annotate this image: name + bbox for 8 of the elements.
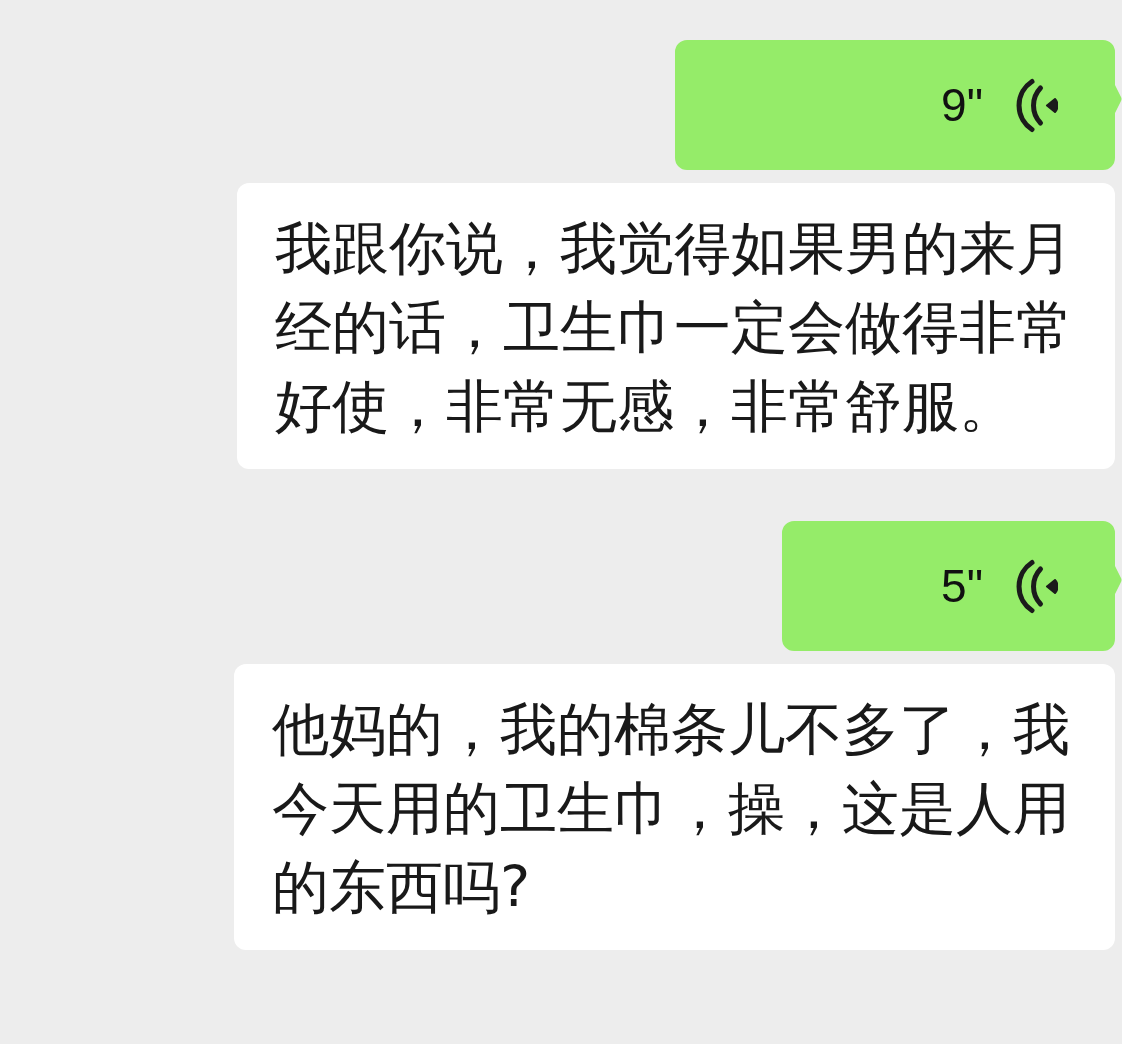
voice-duration: 5" [941, 563, 983, 609]
message-text: 我跟你说，我觉得如果男的来月经的话，卫生巾一定会做得非常好使，非常无感，非常舒服。 [275, 214, 1074, 441]
voice-wave-icon [1016, 558, 1058, 614]
voice-message-bubble[interactable]: 5" [782, 521, 1122, 651]
message-text: 他妈的，我的棉条儿不多了，我今天用的卫生巾，操，这是人用的东西吗? [272, 695, 1071, 922]
voice-wave-icon [1016, 77, 1058, 133]
voice-message-bubble[interactable]: 9" [675, 40, 1122, 170]
voice-duration: 9" [941, 82, 983, 128]
